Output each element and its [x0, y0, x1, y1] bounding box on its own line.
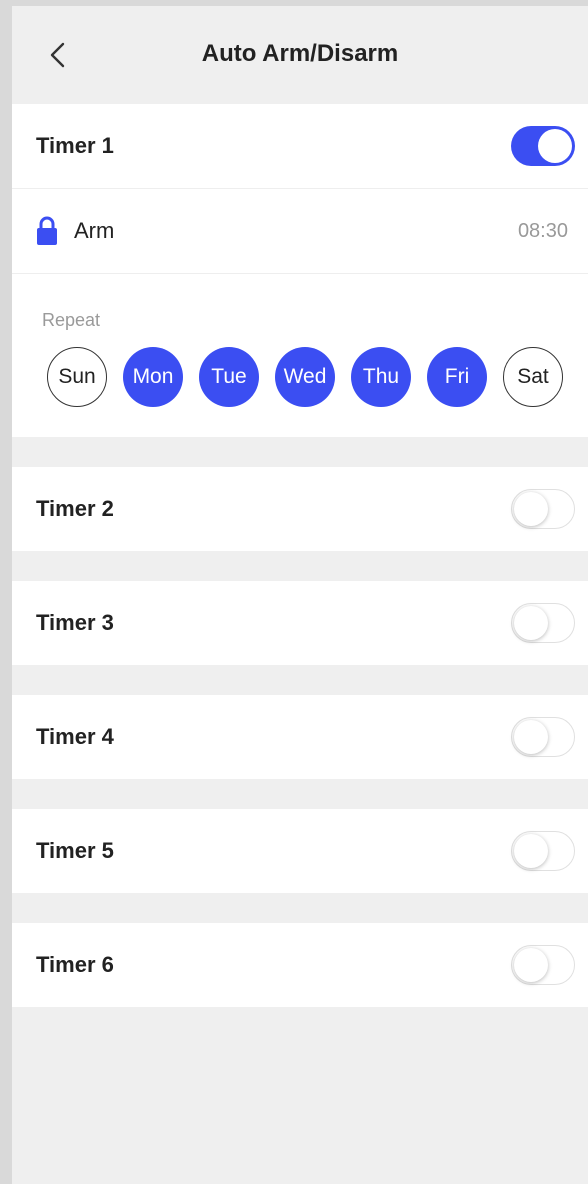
- timer-5-label: Timer 5: [36, 838, 114, 863]
- timer-1-row: Timer 1: [12, 104, 588, 188]
- app-screen: Auto Arm/Disarm Timer 1 Arm 08:30 Repeat: [12, 6, 588, 1184]
- day-sat[interactable]: Sat: [503, 347, 563, 407]
- toggle-knob: [514, 948, 548, 982]
- toggle-knob: [514, 834, 548, 868]
- timer-3-row: Timer 3: [12, 581, 588, 665]
- timer-4-row: Timer 4: [12, 695, 588, 779]
- page-title: Auto Arm/Disarm: [201, 40, 399, 67]
- day-sun[interactable]: Sun: [47, 347, 107, 407]
- arm-mode-row[interactable]: Arm 08:30: [12, 189, 588, 273]
- header: Auto Arm/Disarm: [12, 6, 588, 104]
- timer-2-row: Timer 2: [12, 467, 588, 551]
- arm-mode-label: Arm: [74, 218, 115, 243]
- day-wed[interactable]: Wed: [275, 347, 335, 407]
- timer-6-toggle[interactable]: [511, 945, 575, 985]
- repeat-label: Repeat: [42, 310, 101, 330]
- timer-5-row: Timer 5: [12, 809, 588, 893]
- day-mon[interactable]: Mon: [123, 347, 183, 407]
- toggle-knob: [538, 129, 572, 163]
- timer-2-label: Timer 2: [36, 496, 114, 521]
- timer-1-card: Timer 1 Arm 08:30 Repeat Sun Mon Tue Wed…: [12, 104, 588, 437]
- timer-6-label: Timer 6: [36, 952, 114, 977]
- timer-6-row: Timer 6: [12, 923, 588, 1007]
- timer-5-toggle[interactable]: [511, 831, 575, 871]
- day-tue[interactable]: Tue: [199, 347, 259, 407]
- timer-2-toggle[interactable]: [511, 489, 575, 529]
- day-thu[interactable]: Thu: [351, 347, 411, 407]
- timer-1-label: Timer 1: [36, 133, 114, 158]
- toggle-knob: [514, 492, 548, 526]
- timer-4-label: Timer 4: [36, 724, 114, 749]
- day-selector: Sun Mon Tue Wed Thu Fri Sat: [12, 347, 588, 407]
- repeat-section: Repeat Sun Mon Tue Wed Thu Fri Sat: [12, 274, 588, 437]
- day-fri[interactable]: Fri: [427, 347, 487, 407]
- timer-3-toggle[interactable]: [511, 603, 575, 643]
- timer-3-label: Timer 3: [36, 610, 114, 635]
- arm-time[interactable]: 08:30: [518, 220, 568, 243]
- timer-1-toggle[interactable]: [511, 126, 575, 166]
- toggle-knob: [514, 720, 548, 754]
- toggle-knob: [514, 606, 548, 640]
- timer-4-toggle[interactable]: [511, 717, 575, 757]
- lock-icon: [37, 216, 57, 245]
